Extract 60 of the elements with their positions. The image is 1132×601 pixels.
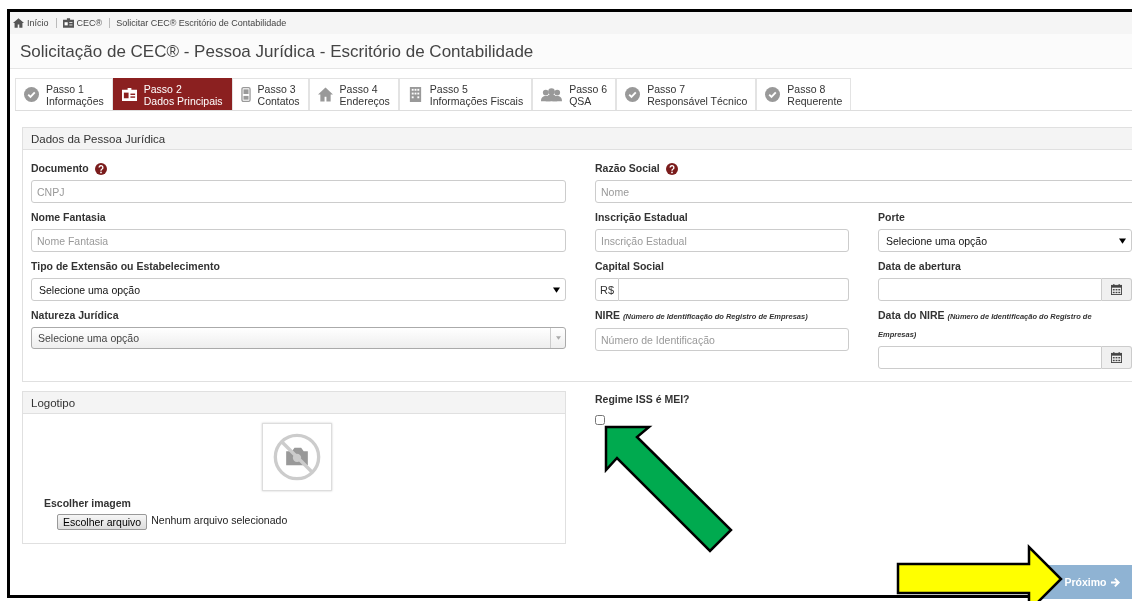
field-label: Regime ISS é MEI? xyxy=(595,392,690,407)
step-tab[interactable]: Passo 2 Dados Principais xyxy=(112,78,232,110)
field-label: Natureza Jurídica xyxy=(31,308,119,323)
caret-icon xyxy=(555,336,561,340)
field-label: Data de abertura xyxy=(878,259,961,274)
phone-icon xyxy=(240,87,251,102)
building-icon xyxy=(407,87,423,102)
id-card-icon xyxy=(121,87,137,102)
calendar-icon xyxy=(1111,352,1122,363)
input-field[interactable]: Inscrição Estadual xyxy=(595,229,849,252)
step-tab[interactable]: Passo 8 Requerente xyxy=(756,78,852,110)
check-circle-icon xyxy=(765,87,781,102)
help-icon[interactable] xyxy=(665,162,678,175)
field-label: Escolher imagem xyxy=(44,497,132,509)
caret-icon xyxy=(1119,237,1126,244)
checkbox[interactable] xyxy=(595,415,605,425)
field-label: Nome Fantasia xyxy=(31,210,106,225)
file-status: Nenhum arquivo selecionado xyxy=(151,514,288,526)
arrow-right-icon xyxy=(1110,577,1120,587)
panel-title: Logotipo xyxy=(31,396,76,409)
date-field[interactable] xyxy=(878,278,1102,301)
no-photo-icon xyxy=(272,432,322,482)
field-label: Razão Social xyxy=(595,161,660,176)
step-tab[interactable]: Passo 6 QSA xyxy=(532,78,617,110)
check-circle-icon xyxy=(24,87,39,102)
breadcrumb-link[interactable]: Início xyxy=(13,18,56,28)
home-icon xyxy=(13,18,24,28)
step-tab[interactable]: Passo 4 Endereços xyxy=(308,78,399,110)
field-label: Inscrição Estadual xyxy=(595,210,688,225)
id-card-icon xyxy=(62,18,74,28)
breadcrumb-link[interactable]: CEC® xyxy=(55,18,110,28)
field-label: Tipo de Extensão ou Estabelecimento xyxy=(31,259,220,274)
step-tab[interactable]: Passo 1 Informações xyxy=(15,78,113,110)
panel-title: Dados da Pessoa Jurídica xyxy=(31,132,166,145)
calendar-button[interactable] xyxy=(1102,346,1132,369)
select-field[interactable]: Selecione uma opção xyxy=(31,327,566,349)
step-tab[interactable]: Passo 7 Responsável Técnico xyxy=(616,78,757,110)
caret-icon xyxy=(553,286,560,293)
help-icon[interactable] xyxy=(94,162,107,175)
breadcrumb-link[interactable]: Solicitar CEC® Escritório de Contabilidade xyxy=(109,18,294,28)
calendar-icon xyxy=(1111,284,1122,295)
input-field[interactable]: Nome Fantasia xyxy=(31,229,566,252)
choose-file-button[interactable]: Escolher arquivo xyxy=(57,514,148,530)
input-field[interactable]: CNPJ xyxy=(31,180,566,203)
users-icon xyxy=(541,87,563,102)
home-icon xyxy=(317,87,333,102)
date-field[interactable] xyxy=(878,346,1102,369)
check-circle-icon xyxy=(625,87,641,102)
input-field[interactable]: Nome xyxy=(595,180,1132,203)
input-field[interactable] xyxy=(619,278,849,301)
calendar-button[interactable] xyxy=(1102,278,1132,301)
select-field[interactable]: Selecione uma opção xyxy=(878,229,1132,252)
select-field[interactable]: Selecione uma opção xyxy=(31,278,566,301)
field-label: Capital Social xyxy=(595,259,664,274)
field-label: Porte xyxy=(878,210,905,225)
step-tab[interactable]: Passo 5 Informações Fiscais xyxy=(398,78,533,110)
page-title: Solicitação de CEC® - Pessoa Jurídica - Escritório de Contabilidade xyxy=(20,42,535,62)
field-label: Documento xyxy=(31,161,89,176)
input-field[interactable]: Número de Identificação xyxy=(595,328,849,351)
step-tab[interactable]: Passo 3 Contatos xyxy=(231,78,309,110)
